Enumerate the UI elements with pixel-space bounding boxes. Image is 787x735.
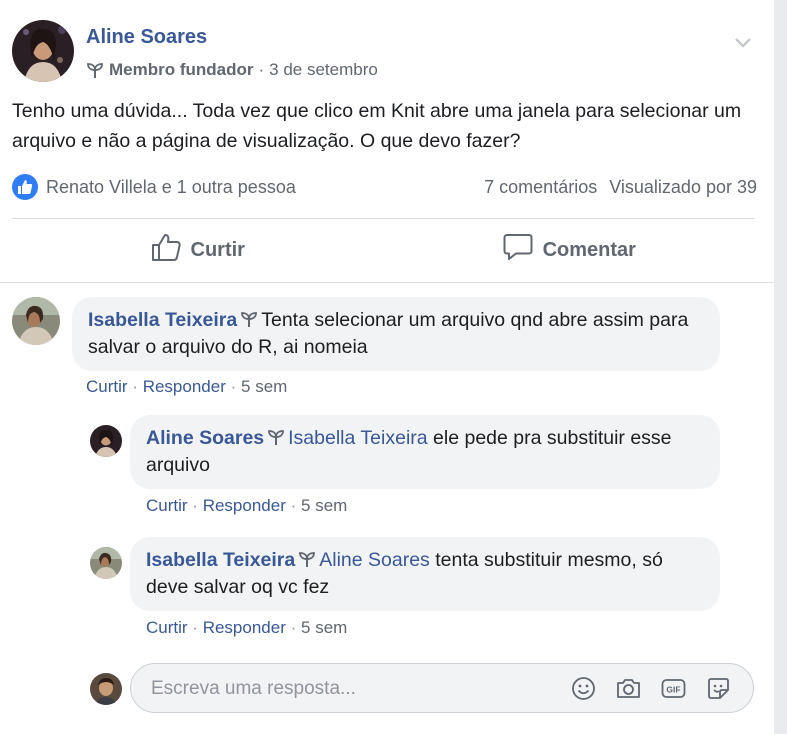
reactions-row: Renato Villela e 1 outra pessoa 7 coment… xyxy=(12,172,757,202)
sticker-icon[interactable] xyxy=(706,676,731,701)
reply-mention[interactable]: Isabella Teixeira xyxy=(288,427,427,449)
author-name[interactable]: Aline Soares xyxy=(86,26,207,49)
meta-separator: · xyxy=(290,618,297,637)
sprout-icon xyxy=(86,61,104,79)
meta-separator: · xyxy=(230,377,237,396)
reply-author[interactable]: Aline Soares xyxy=(146,427,264,449)
thumbs-up-icon xyxy=(151,233,181,267)
post-meta: Membro fundador · 3 de setembro xyxy=(86,60,378,80)
views-count[interactable]: Visualizado por 39 xyxy=(609,177,757,198)
comment-icon xyxy=(503,233,533,267)
svg-text:GIF: GIF xyxy=(666,685,680,695)
post-header: Aline Soares Membro fundador · 3 de sete… xyxy=(10,18,760,86)
reply-input[interactable] xyxy=(149,674,553,704)
commenter-avatar[interactable] xyxy=(12,297,60,345)
comment-time[interactable]: 5 sem xyxy=(241,377,287,396)
comments-section: Isabella Teixeira Tenta selecionar um arq… xyxy=(0,282,774,735)
reply-actions: Curtir · Responder · 5 sem xyxy=(146,618,347,638)
comment-like-link[interactable]: Curtir xyxy=(86,377,128,396)
reactions-summary[interactable]: Renato Villela e 1 outra pessoa xyxy=(46,177,296,198)
meta-separator: · xyxy=(192,618,198,637)
member-badge[interactable]: Membro fundador xyxy=(109,60,254,80)
gif-icon[interactable]: GIF xyxy=(661,676,686,701)
like-label: Curtir xyxy=(190,238,245,261)
comment-button[interactable]: Comentar xyxy=(384,220,756,280)
reply-reply-link[interactable]: Responder xyxy=(203,496,286,515)
post-date[interactable]: 3 de setembro xyxy=(269,60,378,80)
comments-count[interactable]: 7 comentários xyxy=(484,177,597,198)
reply-bubble: Aline Soares Isabella Teixeira ele pede p… xyxy=(130,415,720,489)
comment-actions: Curtir · Responder · 5 sem xyxy=(86,377,287,397)
comment-reply-link[interactable]: Responder xyxy=(143,377,226,396)
meta-separator: · xyxy=(290,496,297,515)
reply-bubble: Isabella Teixeira Aline Soares tenta subs… xyxy=(130,537,720,611)
comment-bubble: Isabella Teixeira Tenta selecionar um arq… xyxy=(72,297,720,371)
sprout-icon xyxy=(267,427,285,445)
meta-separator: · xyxy=(192,496,198,515)
reply-composer[interactable]: GIF xyxy=(130,663,754,713)
reply-author[interactable]: Isabella Teixeira xyxy=(146,549,295,571)
reply-mention[interactable]: Aline Soares xyxy=(319,549,430,571)
post-actions: Curtir Comentar xyxy=(12,220,755,280)
sprout-icon xyxy=(298,549,316,567)
comment-author[interactable]: Isabella Teixeira xyxy=(88,309,237,331)
chevron-down-icon[interactable] xyxy=(734,36,752,48)
meta-separator: · xyxy=(258,60,265,79)
reply-like-link[interactable]: Curtir xyxy=(146,496,188,515)
sprout-icon xyxy=(240,309,258,327)
comment-label: Comentar xyxy=(542,238,636,261)
reply-reply-link[interactable]: Responder xyxy=(203,618,286,637)
author-avatar[interactable] xyxy=(12,20,74,82)
reply-like-link[interactable]: Curtir xyxy=(146,618,188,637)
post-stats: 7 comentários Visualizado por 39 xyxy=(484,177,757,198)
reply-actions: Curtir · Responder · 5 sem xyxy=(146,496,347,516)
reply-avatar[interactable] xyxy=(90,547,122,579)
reply-avatar[interactable] xyxy=(90,425,122,457)
composer-tools: GIF xyxy=(571,676,731,701)
camera-icon[interactable] xyxy=(616,676,641,701)
reply-time[interactable]: 5 sem xyxy=(301,618,347,637)
page-gutter xyxy=(774,0,787,734)
emoji-icon[interactable] xyxy=(571,676,596,701)
like-button[interactable]: Curtir xyxy=(12,220,384,280)
post-body: Tenho uma dúvida... Toda vez que clico e… xyxy=(12,100,742,152)
like-reaction-icon xyxy=(12,174,38,200)
group-post: Aline Soares Membro fundador · 3 de sete… xyxy=(0,0,774,735)
divider xyxy=(12,218,755,219)
current-user-avatar xyxy=(90,673,122,705)
meta-separator: · xyxy=(132,377,138,396)
reply-time[interactable]: 5 sem xyxy=(301,496,347,515)
